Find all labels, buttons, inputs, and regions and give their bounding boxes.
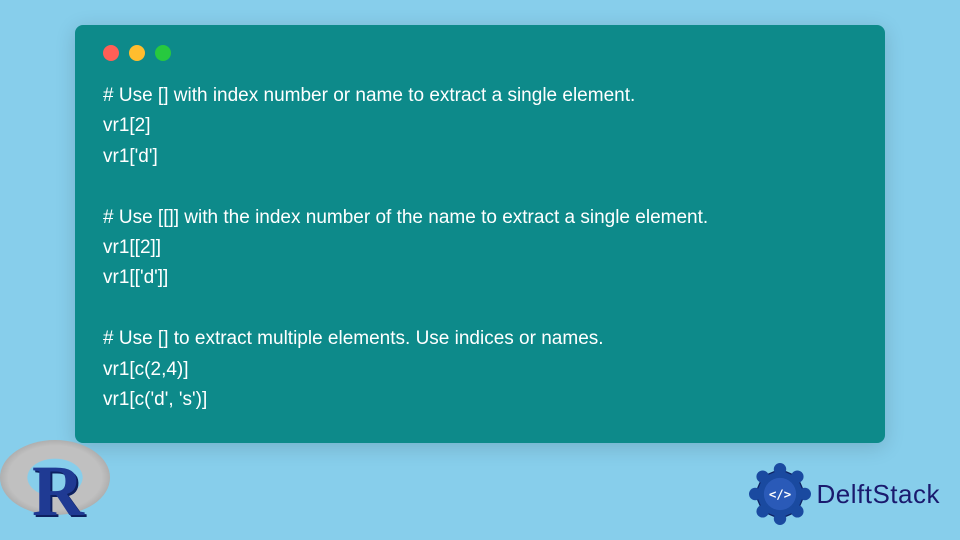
code-line: [103, 172, 857, 202]
close-icon[interactable]: [103, 45, 119, 61]
code-line: # Use [[]] with the index number of the …: [103, 203, 857, 233]
code-line: # Use [] to extract multiple elements. U…: [103, 324, 857, 354]
code-line: vr1['d']: [103, 142, 857, 172]
code-line: vr1[c('d', 's')]: [103, 385, 857, 415]
delftstack-badge-icon: </>: [749, 463, 811, 525]
code-block: # Use [] with index number or name to ex…: [103, 81, 857, 415]
code-line: vr1[c(2,4)]: [103, 355, 857, 385]
code-line: [103, 294, 857, 324]
code-window: # Use [] with index number or name to ex…: [75, 25, 885, 443]
window-controls: [103, 45, 857, 61]
code-line: vr1[['d']]: [103, 263, 857, 293]
r-logo: R: [0, 440, 120, 540]
maximize-icon[interactable]: [155, 45, 171, 61]
delftstack-logo: </> DelftStack: [749, 463, 941, 525]
code-brackets-icon: </>: [768, 486, 790, 501]
code-line: vr1[2]: [103, 111, 857, 141]
r-logo-letter: R: [32, 450, 84, 533]
code-line: # Use [] with index number or name to ex…: [103, 81, 857, 111]
minimize-icon[interactable]: [129, 45, 145, 61]
delftstack-label: DelftStack: [817, 479, 941, 510]
code-line: vr1[[2]]: [103, 233, 857, 263]
